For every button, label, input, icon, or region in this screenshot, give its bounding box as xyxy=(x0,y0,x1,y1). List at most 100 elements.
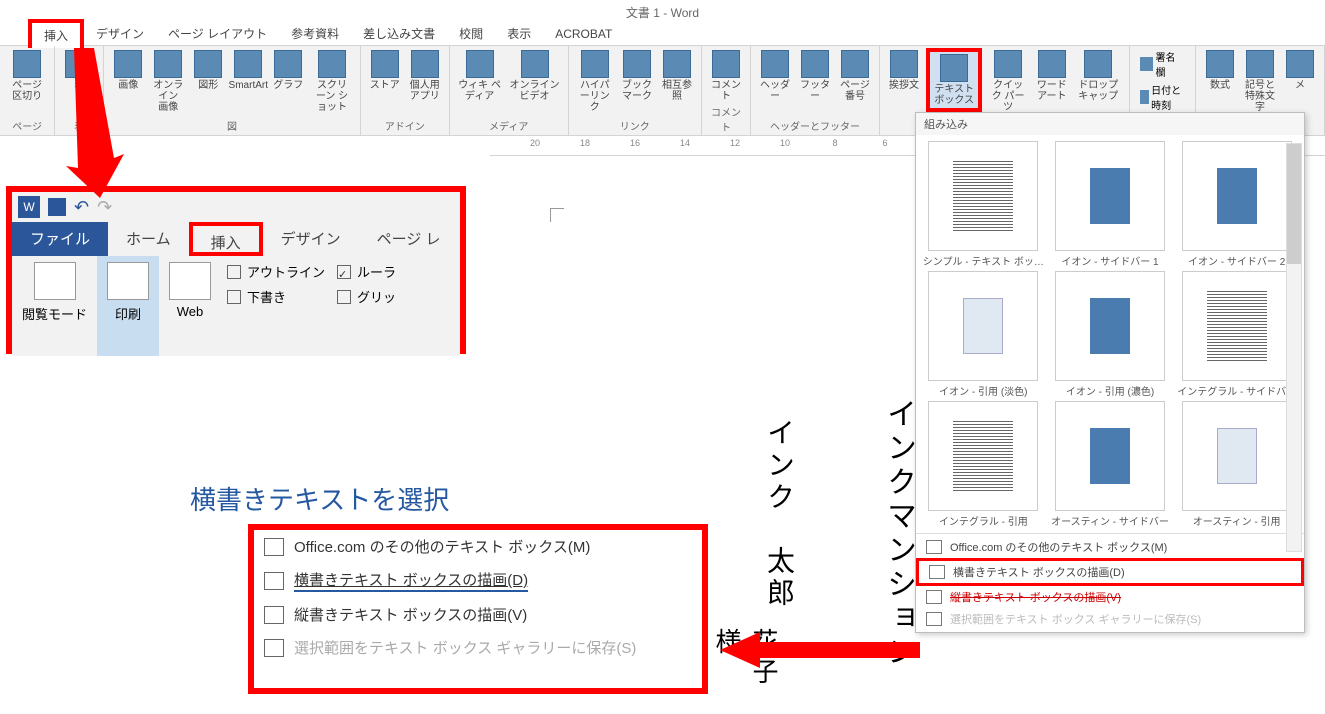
group-label: ページ xyxy=(6,118,48,133)
gallery-menu: Office.com のその他のテキスト ボックス(M)▸ 横書きテキスト ボッ… xyxy=(916,533,1304,632)
draft-option[interactable]: 下書き xyxy=(227,287,325,306)
tab-view[interactable]: 表示 xyxy=(495,21,543,46)
ribbon-button[interactable]: 数式 xyxy=(1202,48,1238,93)
ribbon-button[interactable]: ストア xyxy=(367,48,403,93)
gallery-item[interactable]: オースティン - サイドバー xyxy=(1049,401,1172,527)
annotation-text: 横書きテキストを選択 xyxy=(190,480,449,517)
ribbon-icon xyxy=(940,54,968,82)
save-icon[interactable] xyxy=(48,198,66,216)
horiz-icon xyxy=(929,565,945,579)
ribbon-button[interactable]: オンライン ビデオ xyxy=(507,48,561,104)
ribbon-button[interactable]: 挨拶文 xyxy=(886,48,922,93)
ribbon-button[interactable]: スクリーン ショット xyxy=(310,48,353,115)
zoom-tab-home[interactable]: ホーム xyxy=(108,222,189,256)
ribbon-button[interactable]: メ xyxy=(1282,48,1318,93)
ribbon-label: ストア xyxy=(370,80,400,91)
gmenu-horizontal[interactable]: 横書きテキスト ボックスの描画(D) xyxy=(916,558,1304,586)
undo-icon[interactable]: ↶ xyxy=(74,197,89,218)
gallery-item[interactable]: インテグラル - サイドバー xyxy=(1175,271,1298,397)
ribbon-side-button[interactable]: 日付と時刻 xyxy=(1136,81,1189,113)
ruler-option[interactable]: ルーラ xyxy=(337,262,396,281)
side-icon xyxy=(1140,57,1154,71)
ribbon-icon xyxy=(466,50,494,78)
tab-review[interactable]: 校閲 xyxy=(447,21,495,46)
zoom-tab-design[interactable]: デザイン xyxy=(263,222,359,256)
gallery-thumb xyxy=(928,271,1038,381)
ribbon-button[interactable]: ヘッダー xyxy=(757,48,793,104)
web-layout-button[interactable]: Web xyxy=(159,256,221,356)
grid-option[interactable]: グリッ xyxy=(337,287,396,306)
read-mode-button[interactable]: 閲覧モード xyxy=(12,256,97,356)
gallery-item[interactable]: イオン - 引用 (濃色) xyxy=(1049,271,1172,397)
ribbon-group: ウィキ ペディアオンライン ビデオメディア xyxy=(450,46,569,135)
gallery-item[interactable]: イオン - サイドバー 1 xyxy=(1049,141,1172,267)
ribbon-icon xyxy=(1246,50,1274,78)
ribbon-button[interactable]: オンライン 画像 xyxy=(150,48,186,115)
ribbon-icon xyxy=(521,50,549,78)
ribbon-button[interactable]: ドロップ キャップ xyxy=(1074,48,1123,104)
print-layout-button[interactable]: 印刷 xyxy=(97,256,159,356)
ribbon-icon xyxy=(1038,50,1066,78)
arrow-to-menu xyxy=(720,632,920,668)
gallery-item[interactable]: シンプル - テキスト ボッ… xyxy=(922,141,1045,267)
gallery-header: 組み込み xyxy=(916,113,1304,135)
zoom-opts: アウトライン 下書き xyxy=(221,256,331,356)
ribbon-button[interactable]: テキスト ボックス xyxy=(926,48,982,112)
scroll-thumb[interactable] xyxy=(1287,144,1301,264)
ribbon-label: ドロップ キャップ xyxy=(1076,80,1121,102)
ribbon-button[interactable]: 個人用アプリ xyxy=(407,48,443,104)
ribbon-button[interactable]: ブックマーク xyxy=(619,48,655,104)
ribbon-button[interactable]: ウィキ ペディア xyxy=(456,48,504,104)
ribbon-icon xyxy=(411,50,439,78)
gallery-thumb xyxy=(1055,141,1165,251)
ribbon-side-button[interactable]: 署名欄 xyxy=(1136,48,1189,80)
gallery-grid: シンプル - テキスト ボッ…イオン - サイドバー 1イオン - サイドバー … xyxy=(916,135,1304,533)
menu-horizontal-textbox[interactable]: 横書きテキスト ボックスの描画(D) xyxy=(254,563,702,598)
zoom-tab-layout[interactable]: ページ レ xyxy=(359,222,459,256)
ribbon-button[interactable]: SmartArt xyxy=(230,48,266,93)
tab-mailings[interactable]: 差し込み文書 xyxy=(351,21,447,46)
ribbon-label: ヘッダー xyxy=(759,80,791,102)
vert-icon xyxy=(926,590,942,604)
ribbon-label: 個人用アプリ xyxy=(409,80,441,102)
ribbon-button[interactable]: クイック パーツ xyxy=(986,48,1029,115)
tab-layout[interactable]: ページ レイアウト xyxy=(156,21,279,46)
tab-insert[interactable]: 挿入 xyxy=(28,19,84,48)
ribbon-button[interactable]: ページ 番号 xyxy=(837,48,873,104)
menu-vertical-textbox[interactable]: 縦書きテキスト ボックスの描画(V) xyxy=(254,598,702,631)
page-corner xyxy=(550,208,564,222)
gallery-item[interactable]: インテグラル - 引用 xyxy=(922,401,1045,527)
ribbon-label: 図形 xyxy=(198,80,218,91)
gallery-label: インテグラル - 引用 xyxy=(939,513,1028,527)
gallery-thumb xyxy=(1055,271,1165,381)
redo-icon[interactable]: ↷ xyxy=(97,197,112,218)
ribbon-label: ウィキ ペディア xyxy=(458,80,502,102)
ribbon-button[interactable]: ページ 区切り xyxy=(6,48,48,104)
gallery-scrollbar[interactable] xyxy=(1286,143,1302,552)
tab-acrobat[interactable]: ACROBAT xyxy=(543,23,624,45)
gallery-thumb xyxy=(1055,401,1165,511)
zoom-tab-file[interactable]: ファイル xyxy=(12,222,108,256)
ribbon-button[interactable]: フッター xyxy=(797,48,833,104)
gmenu-vertical[interactable]: 縦書きテキスト ボックスの描画(V) xyxy=(916,586,1304,608)
gallery-item[interactable]: オースティン - 引用 xyxy=(1175,401,1298,527)
ribbon-icon xyxy=(234,50,262,78)
ribbon-button[interactable]: グラフ xyxy=(270,48,306,93)
ribbon-button[interactable]: コメント xyxy=(708,48,744,104)
tab-design[interactable]: デザイン xyxy=(84,21,156,46)
gallery-thumb xyxy=(928,401,1038,511)
gmenu-office[interactable]: Office.com のその他のテキスト ボックス(M)▸ xyxy=(916,536,1304,558)
ribbon-button[interactable]: 相互参照 xyxy=(659,48,695,104)
office-icon xyxy=(926,540,942,554)
ribbon-button[interactable]: 図形 xyxy=(190,48,226,93)
ribbon-button[interactable]: 記号と 特殊文字 xyxy=(1242,48,1278,115)
gallery-item[interactable]: イオン - 引用 (淡色) xyxy=(922,271,1045,397)
ribbon-label: ページ 番号 xyxy=(839,80,871,102)
ribbon-button[interactable]: ワードアート xyxy=(1034,48,1070,104)
zoom-tab-insert[interactable]: 挿入 xyxy=(189,222,263,256)
outline-option[interactable]: アウトライン xyxy=(227,262,325,281)
ribbon-button[interactable]: ハイパーリンク xyxy=(575,48,615,115)
tab-references[interactable]: 参考資料 xyxy=(279,21,351,46)
menu-office-more[interactable]: Office.com のその他のテキスト ボックス(M) xyxy=(254,530,702,563)
gallery-item[interactable]: イオン - サイドバー 2 xyxy=(1175,141,1298,267)
